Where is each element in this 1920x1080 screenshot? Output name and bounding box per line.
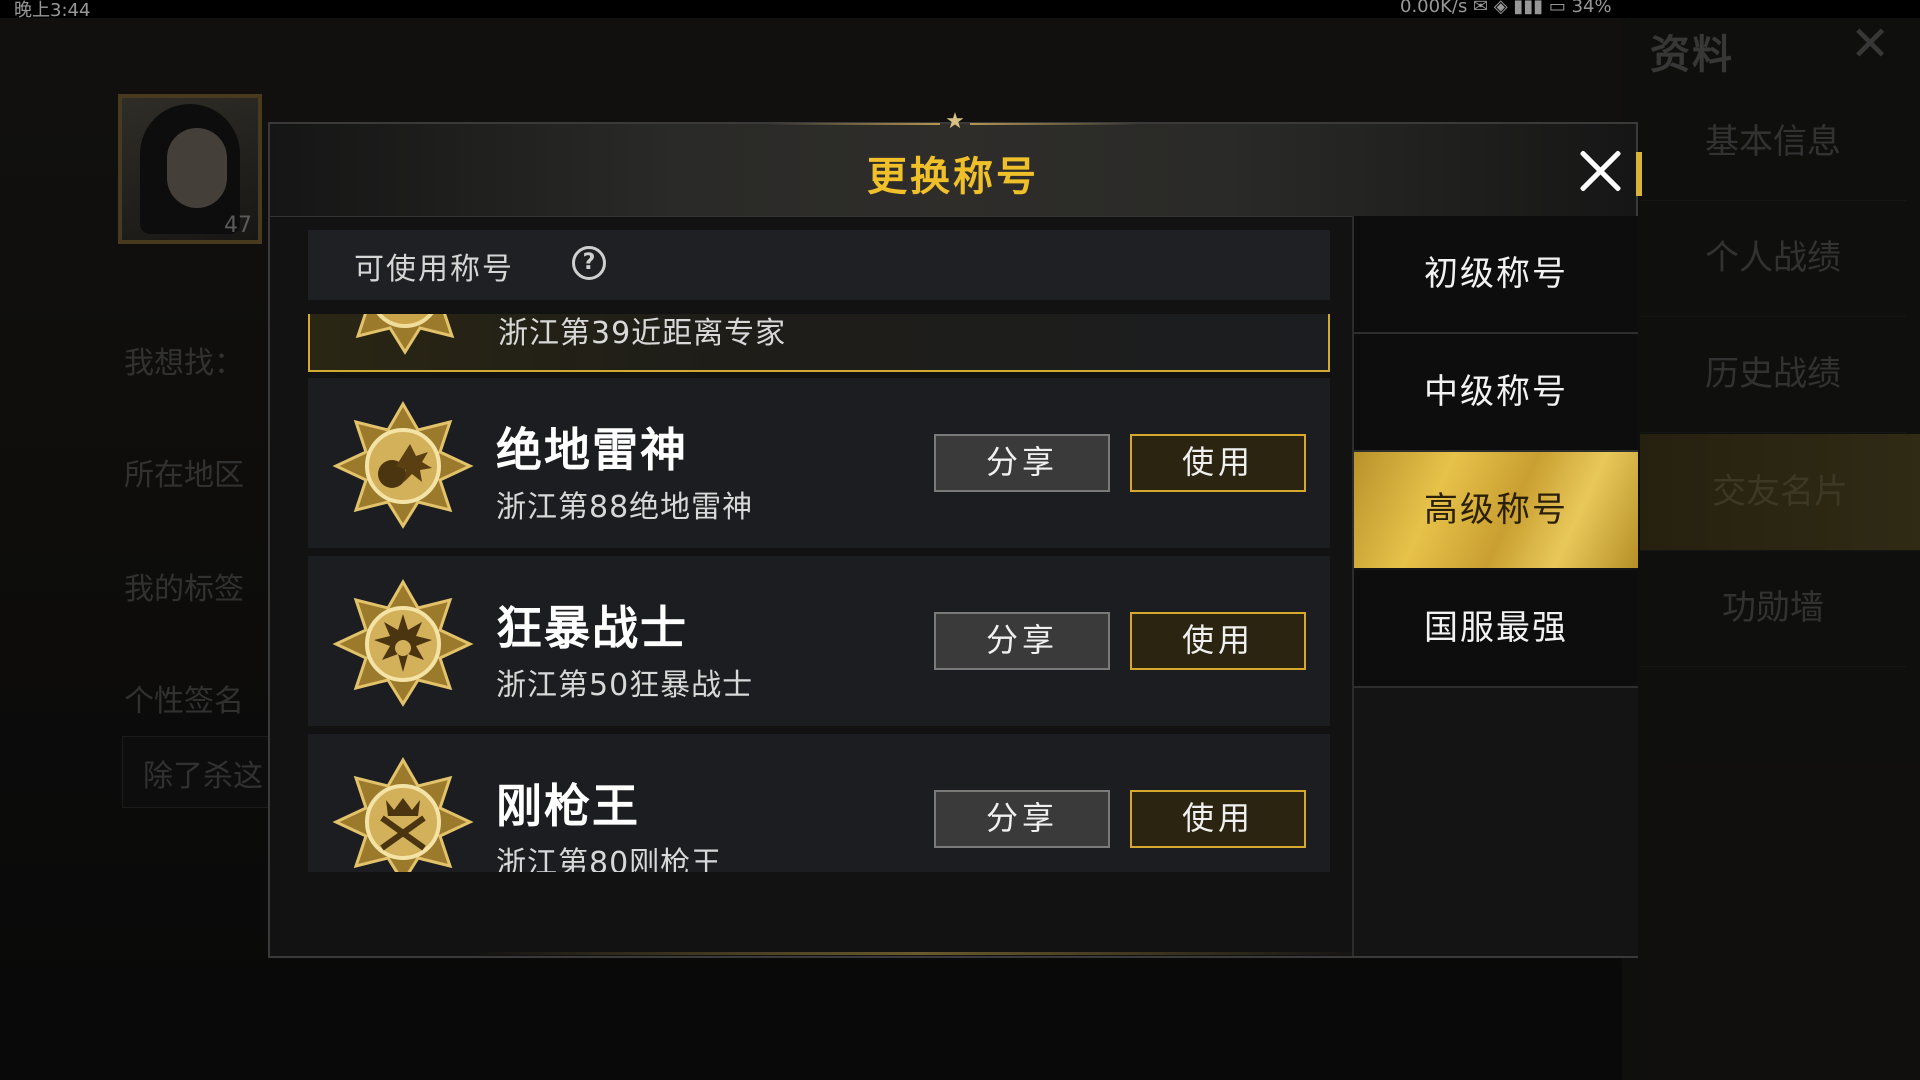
share-button[interactable]: 分享 bbox=[934, 790, 1110, 848]
title-rank: 浙江第50狂暴战士 bbox=[496, 668, 754, 703]
title-category-tabs: 初级称号 中级称号 高级称号 国服最强 bbox=[1352, 216, 1638, 956]
title-rank: 浙江第80刚枪王 bbox=[496, 846, 723, 872]
use-button[interactable]: 使用 bbox=[1130, 434, 1306, 492]
header-accent bbox=[1636, 152, 1642, 196]
title-row[interactable]: 绝地雷神 浙江第88绝地雷神 分享 使用 bbox=[308, 378, 1330, 548]
grenade-badge-icon bbox=[332, 400, 474, 529]
modal-header: 更换称号 bbox=[270, 124, 1636, 217]
share-button[interactable]: 分享 bbox=[934, 434, 1110, 492]
title-row[interactable]: 浙江第39近距离专家 分享 使用 bbox=[308, 314, 1330, 372]
title-row[interactable]: 狂暴战士 浙江第50狂暴战士 分享 使用 bbox=[308, 556, 1330, 726]
gun-king-badge-icon bbox=[332, 756, 474, 872]
change-title-modal: 更换称号 ★ 可使用称号 ? 浙江第39近距离专家 分享 使用 bbox=[268, 110, 1642, 958]
title-name: 绝地雷神 bbox=[496, 423, 688, 477]
tab-intermediate-titles[interactable]: 中级称号 bbox=[1354, 334, 1638, 452]
title-row[interactable]: 刚枪王 浙江第80刚枪王 分享 使用 bbox=[308, 734, 1330, 872]
bottom-glow bbox=[470, 952, 1370, 955]
title-name: 刚枪王 bbox=[496, 779, 640, 833]
title-rank: 浙江第88绝地雷神 bbox=[496, 490, 754, 525]
tab-server-strongest[interactable]: 国服最强 bbox=[1354, 570, 1638, 688]
star-icon: ★ bbox=[945, 109, 965, 134]
close-range-expert-badge-icon bbox=[355, 314, 455, 355]
title-list[interactable]: 浙江第39近距离专家 分享 使用 绝地雷神 浙江第88绝地雷神 分享 使用 bbox=[308, 314, 1330, 872]
title-rank: 浙江第39近距离专家 bbox=[498, 316, 787, 351]
close-icon[interactable] bbox=[1576, 146, 1626, 196]
title-name: 狂暴战士 bbox=[496, 601, 688, 655]
modal-title: 更换称号 bbox=[867, 154, 1039, 200]
tab-advanced-titles[interactable]: 高级称号 bbox=[1354, 452, 1638, 568]
berserker-badge-icon bbox=[332, 578, 474, 707]
available-titles-label: 可使用称号 bbox=[354, 252, 514, 287]
list-header: 可使用称号 ? bbox=[308, 230, 1330, 300]
share-button[interactable]: 分享 bbox=[934, 612, 1110, 670]
header-ornament: ★ bbox=[770, 110, 1140, 134]
use-button[interactable]: 使用 bbox=[1130, 612, 1306, 670]
tab-beginner-titles[interactable]: 初级称号 bbox=[1354, 216, 1638, 334]
use-button[interactable]: 使用 bbox=[1130, 790, 1306, 848]
help-icon[interactable]: ? bbox=[572, 246, 606, 280]
